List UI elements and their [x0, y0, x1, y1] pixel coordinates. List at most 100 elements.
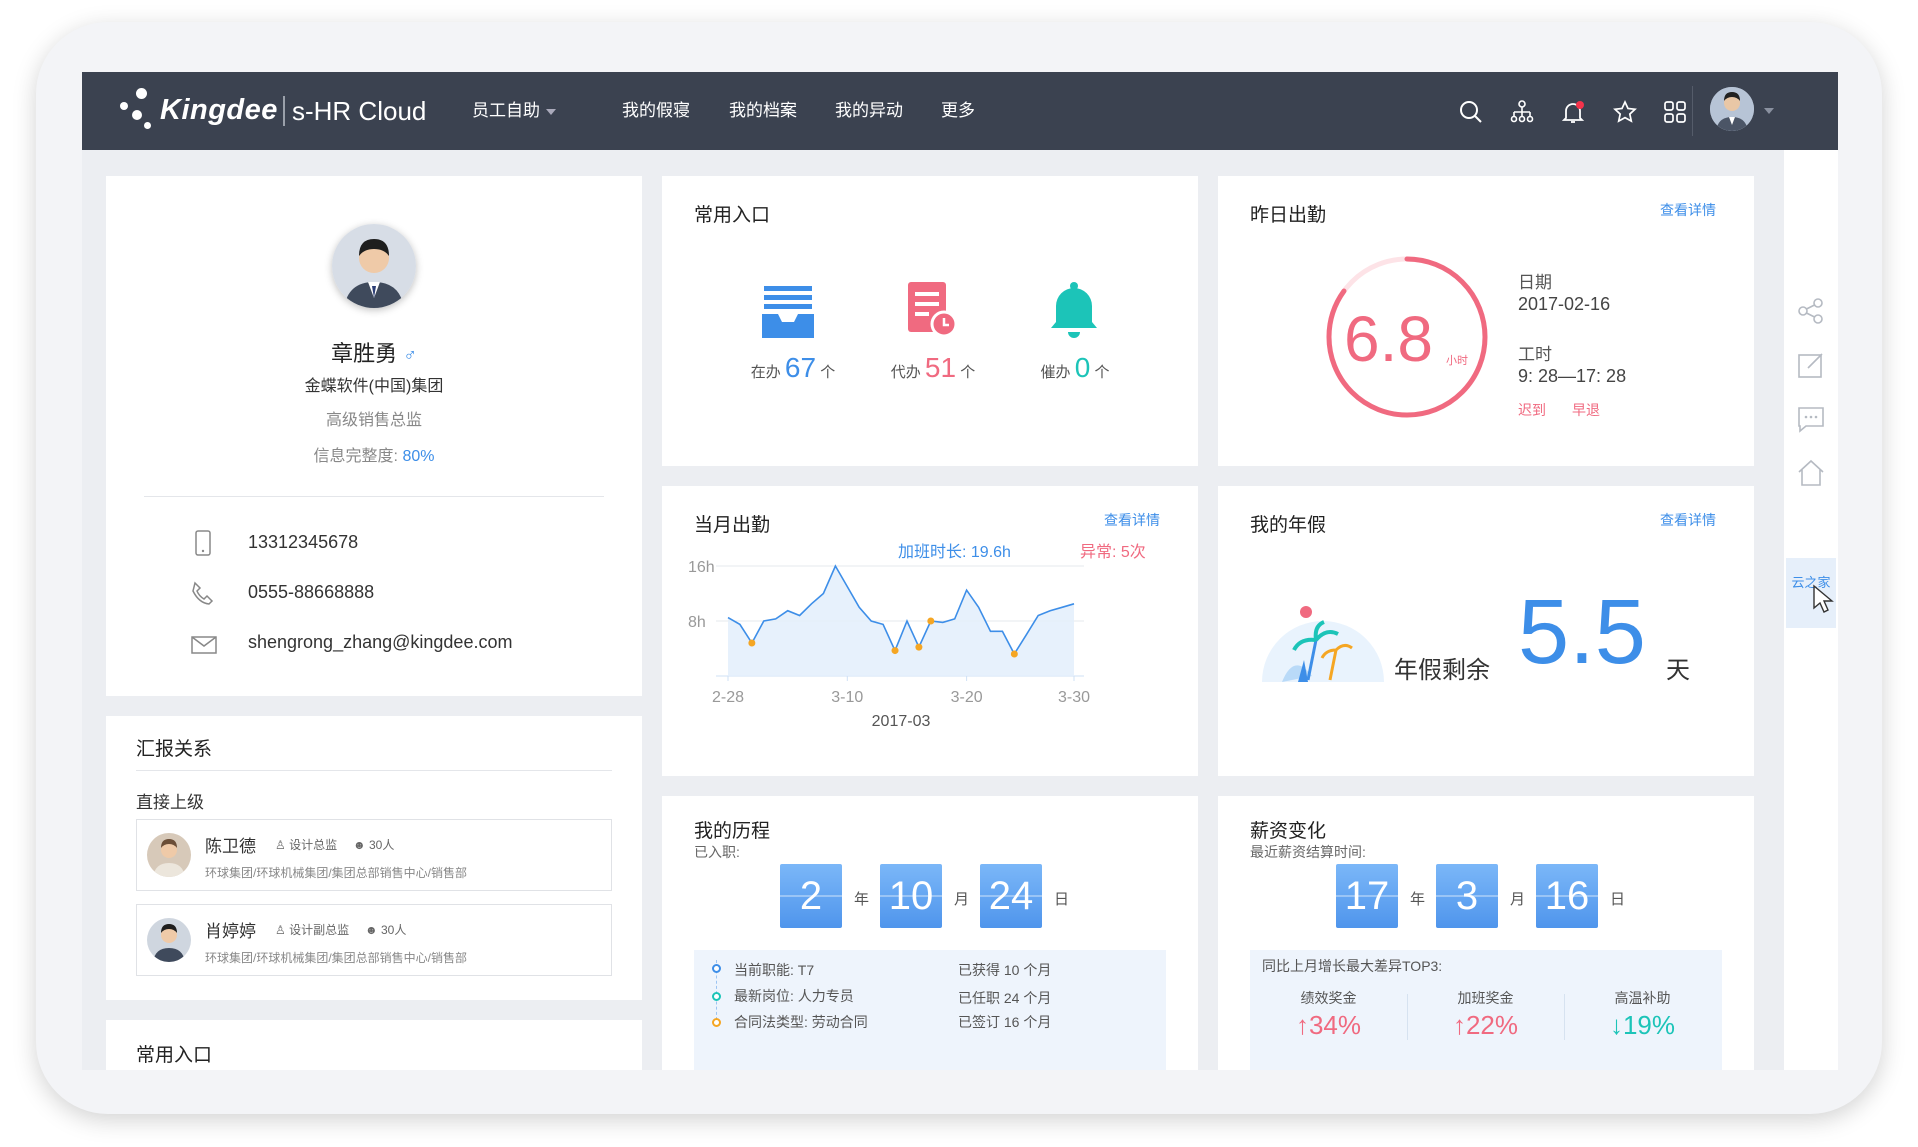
month-title: 当月出勤	[694, 515, 771, 536]
entry-unit: 个	[820, 364, 836, 381]
y-tick-label: 16h	[688, 559, 715, 576]
day-flip-digit: 16	[1536, 864, 1598, 928]
profile-avatar[interactable]	[332, 224, 416, 308]
history-row-left: 合同法类型: 劳动合同	[734, 1014, 868, 1030]
view-details-link[interactable]: 查看详情	[1660, 200, 1716, 220]
entry-label: 在办	[750, 364, 781, 381]
document-clock-icon[interactable]	[902, 280, 958, 340]
annual-value: 5.5	[1518, 581, 1646, 683]
chevron-down-icon[interactable]	[1764, 108, 1774, 114]
profile-mobile[interactable]: 13312345678	[248, 532, 358, 553]
nav-my-archive[interactable]: 我的档案	[729, 72, 797, 150]
male-icon: ♂	[403, 345, 417, 365]
message-icon[interactable]	[1796, 404, 1826, 434]
edit-icon[interactable]	[1796, 350, 1826, 380]
salary-change-card: 薪资变化 最近薪资结算时间: 17 年 3 月 16 日 同比上月增长最大差异T…	[1218, 796, 1754, 1070]
supervisor-name: 陈卫德	[205, 837, 256, 856]
late-link[interactable]: 迟到	[1518, 400, 1546, 420]
star-icon[interactable]	[1612, 99, 1638, 125]
supervisor-item[interactable]: 肖婷婷 ♙ 设计副总监 ☻ 30人 环球集团/环球机械集团/集团总部销售中心/销…	[136, 904, 612, 976]
count-label: 30人	[380, 923, 407, 937]
report-subtitle: 直接上级	[136, 793, 204, 812]
x-tick-label: 3-10	[831, 689, 863, 706]
search-icon[interactable]	[1458, 99, 1484, 125]
report-divider	[136, 770, 612, 771]
nav-employee-self-service[interactable]: 员工自助	[472, 72, 556, 150]
home-icon[interactable]	[1796, 458, 1826, 488]
completeness-value: 80%	[402, 448, 435, 465]
profile-phone[interactable]: 0555-88668888	[248, 582, 374, 603]
year-unit: 年	[1410, 891, 1426, 908]
x-tick-label: 2-28	[712, 689, 744, 706]
history-subtitle: 已入职:	[694, 844, 740, 860]
date-value: 2017-02-16	[1518, 294, 1611, 314]
profile-email[interactable]: shengrong_zhang@kingdee.com	[248, 632, 512, 653]
logo-separator	[283, 96, 285, 126]
entry-label: 催办	[1040, 364, 1071, 381]
top3-item-value: ↓19%	[1609, 1010, 1676, 1040]
entry-unit: 个	[1094, 364, 1110, 381]
supervisor-role: ♙ 设计总监	[275, 836, 337, 853]
avatar	[147, 833, 191, 877]
user-avatar[interactable]	[1710, 87, 1754, 131]
top3-label: 同比上月增长最大差异TOP3:	[1262, 958, 1443, 974]
team-count: ☻ 30人	[365, 921, 406, 938]
bell-reminder-icon[interactable]	[1048, 280, 1100, 338]
bell-icon[interactable]	[1560, 99, 1586, 125]
share-icon[interactable]	[1796, 296, 1826, 326]
count-label: 30人	[368, 838, 395, 852]
annual-leave-card: 我的年假 查看详情 年假剩余 5.5 天	[1218, 486, 1754, 776]
common-entry-card-left: 常用入口	[106, 1020, 642, 1070]
role-label: 设计总监	[289, 838, 338, 852]
email-icon	[190, 634, 218, 656]
supervisor-dept: 环球集团/环球机械集团/集团总部销售中心/销售部	[205, 951, 468, 965]
common-entry-card: 常用入口 在办 67 个 代办 51 个 催办 0 个	[662, 176, 1198, 466]
phone-icon	[190, 580, 216, 606]
app-screen: Kingdee s-HR Cloud 员工自助 我的假寝 我的档案 我的异动 更…	[82, 72, 1838, 1070]
view-details-link[interactable]: 查看详情	[1104, 510, 1160, 530]
salary-top3-panel: 同比上月增长最大差异TOP3: 绩效奖金 ↑34% 加班奖金 ↑22% 高温补助…	[1250, 950, 1722, 1070]
supervisor-dept: 环球集团/环球机械集团/集团总部销售中心/销售部	[205, 866, 468, 880]
org-chart-icon[interactable]	[1509, 99, 1535, 125]
topbar-divider	[1692, 86, 1693, 136]
kingdee-logo[interactable]: Kingdee s-HR Cloud	[120, 88, 450, 134]
top3-item-value: ↑22%	[1452, 1010, 1519, 1040]
history-row-left: 最新岗位: 人力专员	[734, 988, 854, 1004]
salary-subtitle: 最近薪资结算时间:	[1250, 844, 1366, 860]
report-title: 汇报关系	[136, 739, 213, 760]
person-icon: ♙	[275, 838, 286, 852]
work-label: 工时	[1518, 345, 1552, 364]
mouse-cursor-icon	[1812, 584, 1834, 614]
mobile-icon	[192, 530, 214, 556]
entry-item-pending[interactable]: 在办 67 个	[738, 352, 848, 384]
annual-unit: 天	[1666, 657, 1690, 684]
entry-item-todo[interactable]: 代办 51 个	[878, 352, 988, 384]
entry-item-urge[interactable]: 催办 0 个	[1020, 352, 1130, 384]
profile-company: 金蝶软件(中国)集团	[304, 378, 444, 395]
profile-card: 章胜勇 ♂ 金蝶软件(中国)集团 高级销售总监 信息完整度: 80% 13312…	[106, 176, 642, 696]
supervisor-item[interactable]: 陈卫德 ♙ 设计总监 ☻ 30人 环球集团/环球机械集团/集团总部销售中心/销售…	[136, 819, 612, 891]
supervisor-name: 肖婷婷	[205, 922, 256, 941]
supervisor-role: ♙ 设计副总监	[275, 921, 349, 938]
nav-my-leave[interactable]: 我的假寝	[622, 72, 690, 150]
inbox-icon[interactable]	[760, 284, 816, 340]
day-unit: 日	[1610, 891, 1626, 908]
view-details-link[interactable]: 查看详情	[1660, 510, 1716, 530]
work-hours: 9: 28—17: 28	[1518, 366, 1627, 386]
hours-unit: 小时	[1446, 355, 1468, 367]
apps-grid-icon[interactable]	[1662, 99, 1688, 125]
common-entry-title: 常用入口	[136, 1045, 213, 1066]
history-row-left: 当前职能: T7	[734, 962, 815, 978]
role-label: 设计副总监	[289, 923, 350, 937]
salary-title: 薪资变化	[1250, 821, 1327, 842]
nav-label: 员工自助	[472, 101, 540, 120]
profile-completeness: 信息完整度: 80%	[106, 442, 642, 466]
history-title: 我的历程	[694, 821, 771, 842]
person-icon: ♙	[275, 923, 286, 937]
x-tick-label: 3-20	[951, 689, 983, 706]
early-leave-link[interactable]: 早退	[1572, 400, 1600, 420]
top3-item-value: ↑34%	[1295, 1010, 1362, 1040]
nav-my-changes[interactable]: 我的异动	[835, 72, 903, 150]
top3-item-label: 高温补助	[1614, 990, 1671, 1006]
nav-more[interactable]: 更多	[941, 72, 975, 150]
